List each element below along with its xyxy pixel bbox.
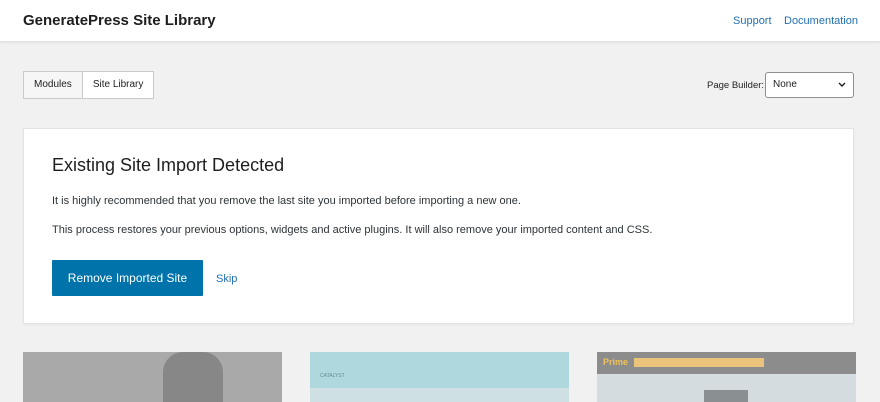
site-thumbnail-3[interactable]: Prime bbox=[597, 352, 856, 402]
tab-modules[interactable]: Modules bbox=[24, 72, 82, 98]
thumbnail-search-field bbox=[634, 358, 764, 367]
notice-process-text: This process restores your previous opti… bbox=[52, 224, 653, 236]
app-title: GeneratePress Site Library bbox=[23, 12, 216, 29]
skip-link[interactable]: Skip bbox=[216, 273, 237, 285]
remove-imported-site-button[interactable]: Remove Imported Site bbox=[52, 260, 203, 296]
tab-site-library[interactable]: Site Library bbox=[81, 72, 154, 98]
thumbnail-brand: Prime bbox=[603, 357, 629, 367]
thumbnail-brand: CATALYST bbox=[320, 373, 345, 379]
section-tabs: Modules Site Library bbox=[23, 71, 155, 99]
thumbnail-image bbox=[704, 390, 748, 402]
page-builder-selected-value: None bbox=[773, 79, 797, 90]
page-builder-label: Page Builder: bbox=[707, 80, 765, 91]
import-notice-panel: Existing Site Import Detected It is high… bbox=[23, 128, 854, 324]
site-thumbnail-2[interactable]: CATALYST bbox=[310, 352, 569, 402]
thumbnail-header bbox=[310, 352, 569, 388]
support-link[interactable]: Support bbox=[733, 15, 772, 27]
thumbnail-image bbox=[163, 352, 223, 402]
notice-title: Existing Site Import Detected bbox=[52, 155, 285, 175]
page-builder-select[interactable]: None bbox=[765, 72, 854, 98]
documentation-link[interactable]: Documentation bbox=[784, 15, 858, 27]
top-bar: GeneratePress Site Library Support Docum… bbox=[0, 0, 880, 42]
notice-recommendation-text: It is highly recommended that you remove… bbox=[52, 195, 521, 207]
site-thumbnail-1[interactable] bbox=[23, 352, 282, 402]
chevron-down-icon bbox=[838, 82, 846, 87]
